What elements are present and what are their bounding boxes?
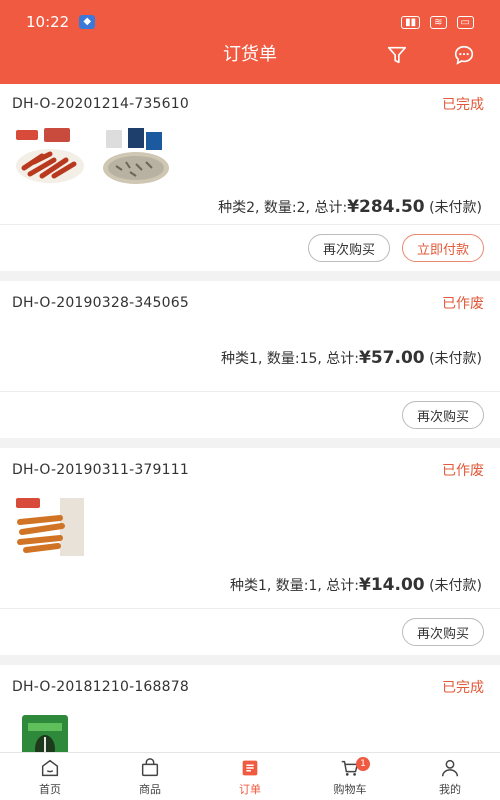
status-icons: ▮▮ ≋ ▭ [401,15,474,29]
page-title: 订货单 [223,44,277,65]
order-card[interactable]: DH-O-20190311-379111 已作废 种类1, 数量:1, 总计:¥… [0,448,500,655]
filter-icon[interactable] [386,44,408,66]
summary-text: 种类2, 数量:2, 总计: [218,200,348,216]
order-number: DH-O-20190311-379111 [12,462,189,478]
order-list[interactable]: DH-O-20201214-735610 已完成 种类2, 数量:2, 总计:¥… [0,84,500,752]
order-status: 已作废 [442,463,484,479]
message-icon[interactable] [452,44,476,66]
product-thumbnails [0,492,500,568]
order-number: DH-O-20181210-168878 [12,679,189,695]
order-number: DH-O-20190328-345065 [12,295,189,311]
status-bar: 10:22 ◆ ▮▮ ≋ ▭ [0,0,500,44]
order-header: DH-O-20181210-168878 已完成 [0,665,500,709]
tab-label: 商品 [139,782,161,796]
order-amount: ¥14.00 [359,575,425,595]
signal-icon: ▮▮ [401,15,421,29]
tab-label: 订单 [239,782,261,796]
product-image-seeds-bag[interactable] [14,713,76,752]
order-icon [242,760,258,775]
payment-status: (未付款) [424,200,482,216]
order-amount: ¥57.00 [359,348,425,368]
summary-text: 种类1, 数量:15, 总计: [221,351,360,367]
order-amount: ¥284.50 [347,197,425,217]
product-image-spicy-strips[interactable] [14,496,86,560]
product-thumbnails [0,709,500,752]
product-image-sunflower-seeds[interactable] [100,128,172,186]
tab-orders[interactable]: 订单 [200,753,300,800]
status-time: 10:22 [26,13,70,31]
order-actions: 再次购买 [0,609,500,655]
tab-label: 我的 [439,782,461,796]
order-header: DH-O-20190311-379111 已作废 [0,448,500,492]
product-thumbnails [0,124,500,190]
buy-again-button[interactable]: 再次购买 [401,618,484,646]
tab-label: 首页 [39,782,61,796]
order-header: DH-O-20201214-735610 已完成 [0,84,500,124]
cart-badge: 1 [356,757,370,771]
order-status: 已作废 [442,296,484,312]
bag-icon [141,757,159,776]
bottom-tab-bar: 首页 商品 订单 1 购物车 我的 [0,752,500,800]
order-summary: 种类1, 数量:15, 总计:¥57.00 (未付款) [0,341,500,375]
order-card[interactable]: DH-O-20190328-345065 已作废 种类1, 数量:15, 总计:… [0,281,500,438]
tab-cart[interactable]: 1 购物车 [300,753,400,800]
tab-label: 购物车 [333,782,367,796]
order-card[interactable]: DH-O-20201214-735610 已完成 种类2, 数量:2, 总计:¥… [0,84,500,271]
payment-status: (未付款) [424,578,482,594]
product-image-spicy-strips[interactable] [14,128,86,186]
order-header: DH-O-20190328-345065 已作废 [0,281,500,325]
order-status: 已完成 [442,97,484,113]
home-icon [41,759,59,776]
order-actions: 再次购买 [0,392,500,438]
order-number: DH-O-20201214-735610 [12,96,189,112]
pay-now-button[interactable]: 立即付款 [401,234,484,262]
order-summary: 种类1, 数量:1, 总计:¥14.00 (未付款) [0,568,500,602]
nav-bar: 订货单 [0,44,500,84]
order-card[interactable]: DH-O-20181210-168878 已完成 [0,665,500,752]
user-icon [441,759,459,776]
summary-text: 种类1, 数量:1, 总计: [229,578,360,594]
notification-icon: ◆ [79,15,96,29]
tab-profile[interactable]: 我的 [400,753,500,800]
buy-again-button[interactable]: 再次购买 [307,234,390,262]
battery-icon: ▭ [456,15,474,29]
tab-home[interactable]: 首页 [0,753,100,800]
order-actions: 再次购买 立即付款 [0,225,500,271]
payment-status: (未付款) [424,351,482,367]
order-status: 已完成 [442,680,484,696]
buy-again-button[interactable]: 再次购买 [401,401,484,429]
wifi-icon: ≋ [430,15,447,29]
order-summary: 种类2, 数量:2, 总计:¥284.50 (未付款) [0,190,500,224]
tab-products[interactable]: 商品 [100,753,200,800]
